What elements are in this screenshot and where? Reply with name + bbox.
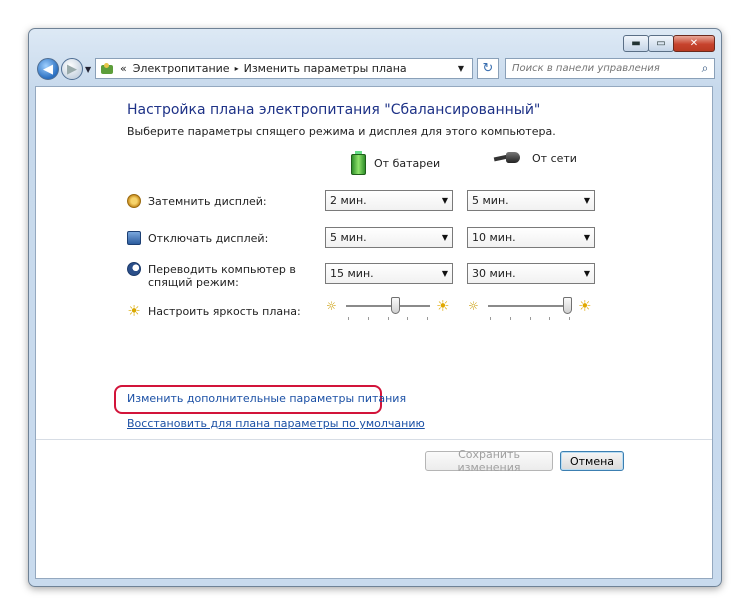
search-box[interactable]: ⌕ <box>505 58 715 79</box>
row-label: Отключать дисплей: <box>148 232 269 245</box>
battery-icon <box>351 151 366 175</box>
dim-display-battery-select[interactable]: 2 мин. ▼ <box>325 190 453 211</box>
control-panel-window: ▬ ▭ ✕ ◀ ▶ ▼ « Электропитание ▸ Изменить … <box>28 28 722 587</box>
control-panel-icon <box>100 62 114 75</box>
row-label: Затемнить дисплей: <box>148 195 267 208</box>
page-title: Настройка плана электропитания "Сбаланси… <box>127 102 541 118</box>
select-value: 2 мин. <box>330 194 367 207</box>
chevron-down-icon: ▼ <box>441 269 449 278</box>
forward-button[interactable]: ▶ <box>61 58 83 80</box>
chevron-down-icon: ▼ <box>583 233 591 242</box>
page-subtitle: Выберите параметры спящего режима и дисп… <box>127 125 556 138</box>
close-button[interactable]: ✕ <box>673 35 715 52</box>
address-dropdown-icon[interactable]: ▼ <box>458 64 464 73</box>
refresh-button[interactable]: ↻ <box>477 58 499 79</box>
row-brightness: ☀ Настроить яркость плана: <box>127 302 301 320</box>
minimize-button[interactable]: ▬ <box>623 35 649 52</box>
cancel-button[interactable]: Отмена <box>560 451 624 471</box>
select-value: 10 мин. <box>472 231 516 244</box>
row-sleep: Переводить компьютер в спящий режим: <box>127 262 307 289</box>
address-bar[interactable]: « Электропитание ▸ Изменить параметры пл… <box>95 58 473 79</box>
content-pane: Настройка плана электропитания "Сбаланси… <box>35 86 713 579</box>
select-value: 5 мин. <box>472 194 509 207</box>
row-dim-display: Затемнить дисплей: <box>127 194 267 208</box>
brightness-battery-slider[interactable]: ☼ ☀ <box>326 297 456 320</box>
chevron-down-icon: ▼ <box>441 196 449 205</box>
sleep-moon-icon <box>127 262 141 276</box>
high-brightness-icon: ☀ <box>578 297 592 315</box>
save-changes-button[interactable]: Сохранить изменения <box>425 448 553 474</box>
forward-arrow-icon: ▶ <box>67 61 77 77</box>
back-button[interactable]: ◀ <box>37 58 59 80</box>
chevron-down-icon: ▼ <box>441 233 449 242</box>
select-value: 30 мин. <box>472 267 516 280</box>
high-brightness-icon: ☀ <box>436 297 450 315</box>
search-icon[interactable]: ⌕ <box>696 61 714 76</box>
row-label: Настроить яркость плана: <box>148 305 301 318</box>
navigation-bar: ◀ ▶ ▼ « Электропитание ▸ Изменить параме… <box>35 57 715 81</box>
row-label: Переводить компьютер в спящий режим: <box>148 263 296 289</box>
advanced-power-settings-link[interactable]: Изменить дополнительные параметры питани… <box>127 392 406 405</box>
slider-track <box>488 305 572 307</box>
refresh-icon: ↻ <box>482 61 494 76</box>
monitor-icon <box>127 231 141 245</box>
slider-ticks <box>348 317 428 320</box>
column-label-battery: От батареи <box>374 156 441 170</box>
column-header-plugged: От сети <box>494 151 577 165</box>
chevron-down-icon: ▼ <box>583 196 591 205</box>
slider-thumb[interactable] <box>563 297 572 314</box>
slider-track <box>346 305 430 307</box>
divider <box>36 439 712 440</box>
recent-pages-dropdown[interactable]: ▼ <box>85 65 91 74</box>
column-label-plugged: От сети <box>532 151 577 165</box>
power-plug-icon <box>494 151 524 165</box>
dim-display-icon <box>127 194 141 208</box>
search-input[interactable] <box>510 62 696 75</box>
select-value: 15 мин. <box>330 267 374 280</box>
back-arrow-icon: ◀ <box>43 61 53 77</box>
sleep-battery-select[interactable]: 15 мин. ▼ <box>325 263 453 284</box>
turn-off-display-plugged-select[interactable]: 10 мин. ▼ <box>467 227 595 248</box>
slider-ticks <box>490 317 570 320</box>
maximize-button[interactable]: ▭ <box>648 35 674 52</box>
dim-display-plugged-select[interactable]: 5 мин. ▼ <box>467 190 595 211</box>
caption-buttons: ▬ ▭ ✕ <box>623 35 715 52</box>
breadcrumb-power-options[interactable]: Электропитание <box>133 62 230 75</box>
breadcrumb-edit-plan[interactable]: Изменить параметры плана <box>244 62 407 75</box>
low-brightness-icon: ☼ <box>326 299 337 313</box>
slider-thumb[interactable] <box>391 297 400 314</box>
sleep-plugged-select[interactable]: 30 мин. ▼ <box>467 263 595 284</box>
select-value: 5 мин. <box>330 231 367 244</box>
breadcrumb-overflow[interactable]: « <box>120 62 127 75</box>
turn-off-display-battery-select[interactable]: 5 мин. ▼ <box>325 227 453 248</box>
low-brightness-icon: ☼ <box>468 299 479 313</box>
brightness-plugged-slider[interactable]: ☼ ☀ <box>468 297 598 320</box>
chevron-down-icon: ▼ <box>583 269 591 278</box>
row-turn-off-display: Отключать дисплей: <box>127 231 269 245</box>
restore-defaults-link[interactable]: Восстановить для плана параметры по умол… <box>127 417 425 430</box>
brightness-sun-icon: ☀ <box>127 302 141 320</box>
column-header-battery: От батареи <box>351 151 440 175</box>
breadcrumb-separator-icon[interactable]: ▸ <box>235 64 239 73</box>
